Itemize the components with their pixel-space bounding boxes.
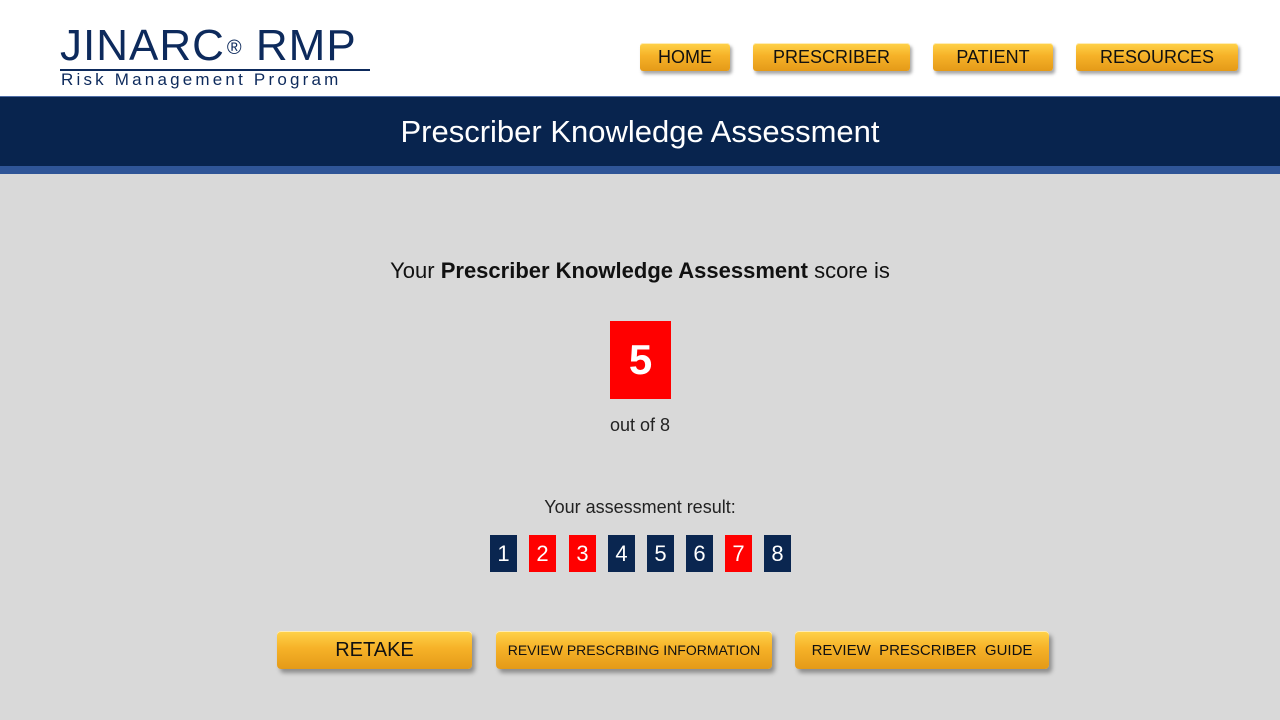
score-emphasis: Prescriber Knowledge Assessment <box>440 258 808 283</box>
question-result-6: 6 <box>686 535 713 572</box>
question-result-1: 1 <box>490 535 517 572</box>
result-label: Your assessment result: <box>544 497 736 517</box>
question-result-4: 4 <box>608 535 635 572</box>
question-results: 1 2 3 4 5 6 7 8 <box>490 535 791 572</box>
nav-prescriber-button[interactable]: PRESCRIBER <box>753 43 910 71</box>
jinarc-rmp-logo[interactable]: JINARC ® RMP Risk Management Program <box>60 22 380 92</box>
nav-patient-button[interactable]: PATIENT <box>933 43 1053 71</box>
question-result-7: 7 <box>725 535 752 572</box>
review-prescribing-information-button[interactable]: REVIEW PRESCRBING INFORMATION <box>496 631 772 669</box>
logo-brand: JINARC <box>60 21 225 70</box>
question-result-2: 2 <box>529 535 556 572</box>
review-prescriber-guide-button[interactable]: REVIEW PRESCRIBER GUIDE <box>795 631 1049 669</box>
score-suffix: score is <box>814 258 890 283</box>
score-value-box: 5 <box>610 321 671 399</box>
title-banner: Prescriber Knowledge Assessment <box>0 96 1280 167</box>
score-out-of: out of 8 <box>609 415 671 435</box>
registered-mark: ® <box>226 37 243 59</box>
logo-suffix: RMP <box>255 21 357 70</box>
score-prefix: Your <box>390 258 435 283</box>
question-result-5: 5 <box>647 535 674 572</box>
score-heading: Your Prescriber Knowledge Assessment sco… <box>0 258 1280 284</box>
question-result-3: 3 <box>569 535 596 572</box>
nav-home-button[interactable]: HOME <box>640 43 730 71</box>
logo-subtitle: Risk Management Program <box>61 70 342 89</box>
question-result-8: 8 <box>764 535 791 572</box>
nav-resources-button[interactable]: RESOURCES <box>1076 43 1238 71</box>
page-title: Prescriber Knowledge Assessment <box>400 114 880 149</box>
retake-button[interactable]: RETAKE <box>277 631 472 669</box>
header: JINARC ® RMP Risk Management Program HOME… <box>0 0 1280 96</box>
banner-stripe <box>0 166 1280 174</box>
